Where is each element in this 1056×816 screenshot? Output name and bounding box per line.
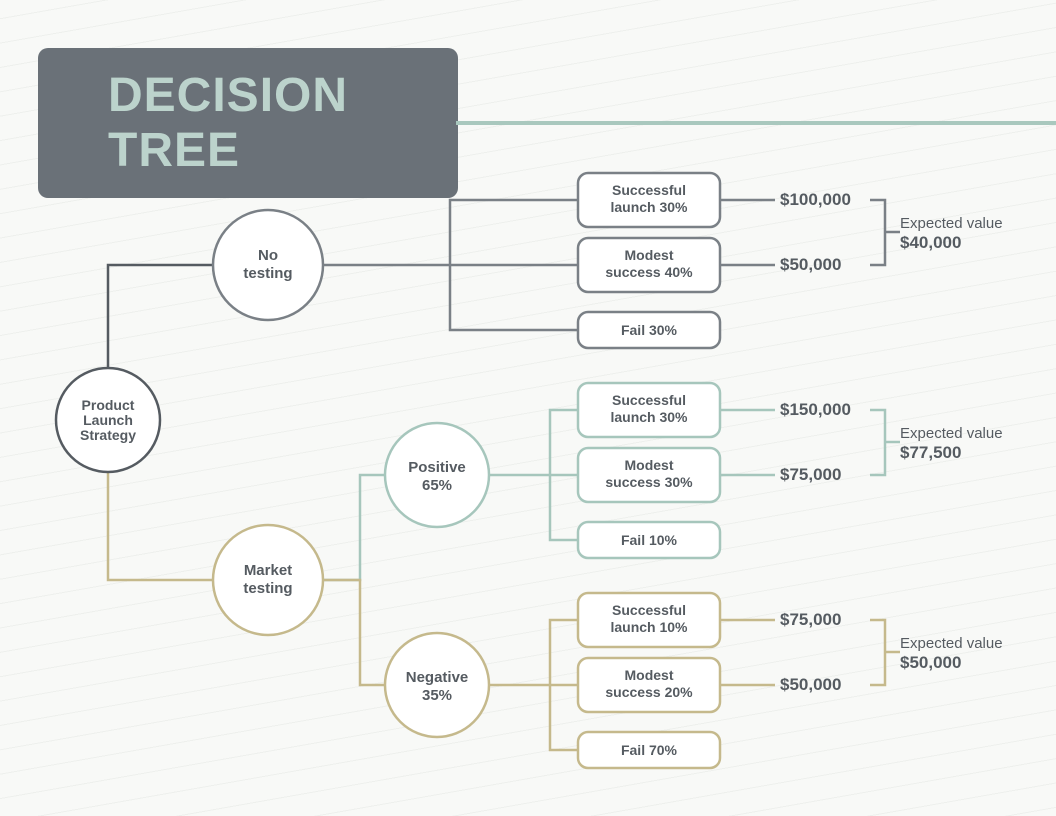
notest-sl-val: $100,000 xyxy=(780,190,851,209)
conn-pos-sl xyxy=(490,410,578,475)
neg-ms-l0: Modest xyxy=(625,667,674,683)
positive-label: Positive xyxy=(408,459,466,476)
notest-fl: Fail 30% xyxy=(621,322,678,338)
conn-notest-sl xyxy=(320,200,578,265)
neg-sl-l0: Successful xyxy=(612,602,686,618)
notest-ms-l0: Modest xyxy=(625,247,674,263)
conn-notest-fl xyxy=(450,265,578,330)
pos-ev-val: $77,500 xyxy=(900,443,961,462)
neg-ms-val: $50,000 xyxy=(780,675,841,694)
notest-label-1: testing xyxy=(243,265,292,282)
bracket-notest-ev xyxy=(870,200,900,265)
negative-label: Negative xyxy=(406,669,469,686)
neg-ms-l1: success 20% xyxy=(605,684,693,700)
conn-pos-fl xyxy=(550,475,578,540)
positive-pct: 65% xyxy=(422,477,452,494)
notest-sl-l1: launch 30% xyxy=(610,199,688,215)
conn-market-pos xyxy=(320,475,385,580)
neg-sl-val: $75,000 xyxy=(780,610,841,629)
conn-neg-sl xyxy=(490,620,578,685)
pos-ms-val: $75,000 xyxy=(780,465,841,484)
root-label-1: Launch xyxy=(83,412,133,428)
root-label-0: Product xyxy=(82,397,135,413)
pos-ms-l0: Modest xyxy=(625,457,674,473)
pos-sl-val: $150,000 xyxy=(780,400,851,419)
notest-ev-val: $40,000 xyxy=(900,233,961,252)
bracket-pos-ev xyxy=(870,410,900,475)
neg-fl: Fail 70% xyxy=(621,742,678,758)
pos-ms-l1: success 30% xyxy=(605,474,693,490)
notest-ev-lbl: Expected value xyxy=(900,215,1003,232)
root-label-2: Strategy xyxy=(80,427,136,443)
neg-sl-l1: launch 10% xyxy=(610,619,688,635)
decision-tree-svg: Product Launch Strategy No testing Marke… xyxy=(0,0,1056,816)
notest-label-0: No xyxy=(258,247,278,264)
notest-sl-l0: Successful xyxy=(612,182,686,198)
notest-ms-l1: success 40% xyxy=(605,264,693,280)
pos-sl-l1: launch 30% xyxy=(610,409,688,425)
conn-neg-fl xyxy=(550,685,578,750)
market-label-0: Market xyxy=(244,562,292,579)
bracket-neg-ev xyxy=(870,620,900,685)
pos-fl: Fail 10% xyxy=(621,532,678,548)
conn-market-neg xyxy=(320,580,385,685)
neg-ev-val: $50,000 xyxy=(900,653,961,672)
pos-ev-lbl: Expected value xyxy=(900,425,1003,442)
pos-sl-l0: Successful xyxy=(612,392,686,408)
notest-ms-val: $50,000 xyxy=(780,255,841,274)
market-label-1: testing xyxy=(243,580,292,597)
negative-pct: 35% xyxy=(422,687,452,704)
neg-ev-lbl: Expected value xyxy=(900,635,1003,652)
